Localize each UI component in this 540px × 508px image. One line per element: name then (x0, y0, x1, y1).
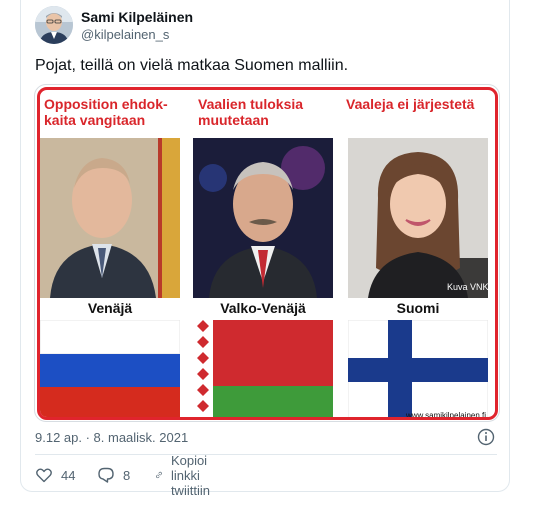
photo-marin (348, 138, 488, 298)
like-button[interactable]: 44 (35, 465, 75, 485)
country-label-finland: Suomi (396, 300, 440, 316)
tweet-timestamp[interactable]: 9.12 ap. · 8. maalisk. 2021 (35, 430, 188, 445)
reply-icon (98, 467, 114, 483)
author-display-name[interactable]: Sami Kilpeläinen (81, 9, 193, 25)
copy-link-button[interactable]: Kopioi linkki twiittiin (155, 453, 220, 498)
copy-link-label: Kopioi linkki twiittiin (170, 452, 210, 498)
tweet-text: Pojat, teillä on vielä matkaa Suomen mal… (35, 57, 349, 74)
country-label-belarus: Valko-Venäjä (220, 300, 306, 316)
flag-finland (348, 320, 488, 417)
tweet-image[interactable]: Opposition ehdok- kaita vangitaan Venäjä (34, 84, 500, 422)
author-handle[interactable]: @kilpelainen_s (81, 27, 169, 42)
country-label-russia: Venäjä (87, 300, 133, 316)
link-icon (156, 471, 162, 479)
photo-putin (40, 138, 180, 298)
like-count: 44 (61, 467, 76, 483)
flag-belarus (193, 320, 333, 417)
panel-heading-finland: Vaaleja ei järjestetä (346, 96, 475, 112)
tweet-card[interactable]: Sami Kilpeläinen @kilpelainen_s Pojat, t… (20, 0, 510, 498)
avatar[interactable] (35, 6, 73, 44)
photo-credit: Kuva VNK (447, 282, 489, 292)
reply-count: 8 (123, 467, 131, 483)
photo-lukashenko (193, 138, 333, 298)
reply-button[interactable]: 8 (97, 465, 130, 485)
info-icon[interactable] (477, 428, 495, 446)
panel-heading-belarus: Vaalien tuloksia muutetaan (198, 96, 304, 128)
watermark: www.samikilpelainen.fi (406, 411, 487, 420)
divider (35, 454, 497, 455)
panel-heading-russia: Opposition ehdok- kaita vangitaan (44, 96, 168, 128)
meme-image: Opposition ehdok- kaita vangitaan Venäjä (37, 87, 498, 420)
flag-russia (40, 320, 180, 417)
heart-icon (36, 468, 52, 483)
